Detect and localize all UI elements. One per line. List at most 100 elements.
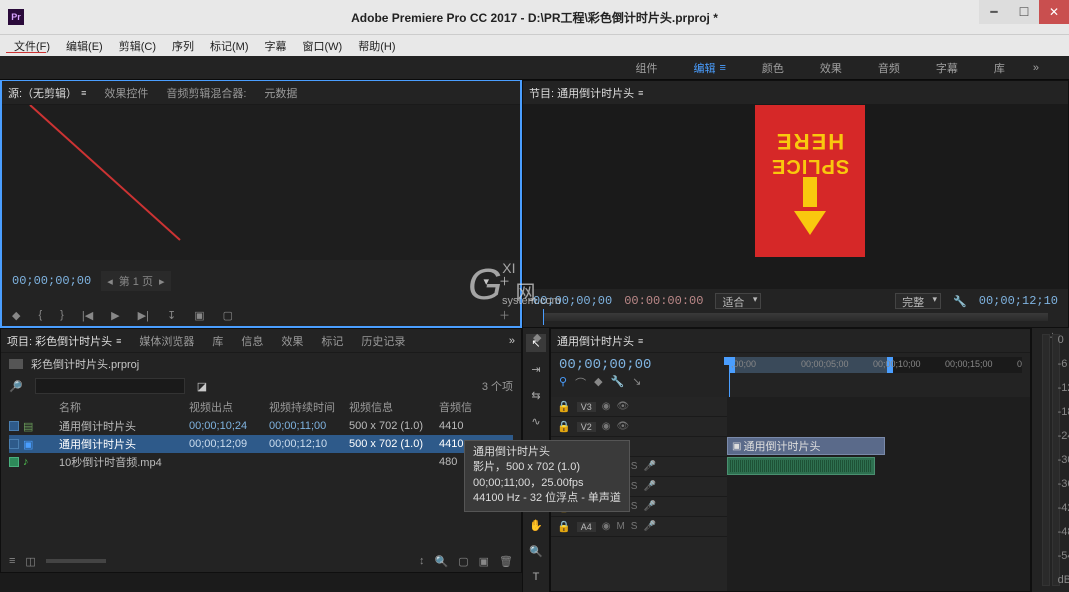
eye-icon[interactable]: 👁 xyxy=(616,421,629,432)
tab-history[interactable]: 历史记录 xyxy=(361,333,405,349)
insert-icon[interactable]: ↧ xyxy=(167,309,176,322)
video-clip[interactable]: ▣ 通用倒计时片头 xyxy=(727,437,885,455)
zoom-tool-icon[interactable]: 🔍 xyxy=(526,542,546,560)
ws-libraries[interactable]: 库 xyxy=(986,60,1013,76)
track-v3-header[interactable]: 🔒V3◉👁 xyxy=(551,400,727,413)
mic-icon[interactable]: 🎤 xyxy=(643,501,655,512)
source-timecode[interactable]: 00;00;00;00 xyxy=(12,274,91,288)
tab-project[interactable]: 项目: 彩色倒计时片头≡ xyxy=(7,333,121,349)
rate-tool-icon[interactable]: ∿ xyxy=(526,412,546,430)
overwrite-icon[interactable]: ▣ xyxy=(194,309,204,322)
minimize-button[interactable]: ━ xyxy=(979,0,1009,24)
label-chip-icon[interactable] xyxy=(9,421,19,431)
tab-libraries[interactable]: 库 xyxy=(212,333,223,349)
step-back-icon[interactable]: |◀ xyxy=(82,309,93,322)
label-chip-icon[interactable] xyxy=(9,439,19,449)
track-v2-header[interactable]: 🔒V2◉👁 xyxy=(551,420,727,433)
ripple-tool-icon[interactable]: ⇆ xyxy=(526,386,546,404)
menu-help[interactable]: 帮助(H) xyxy=(350,38,403,54)
audio-clip[interactable] xyxy=(727,457,875,475)
mic-icon[interactable]: 🎤 xyxy=(643,461,655,472)
col-name[interactable]: 名称 xyxy=(59,399,189,415)
track-select-tool-icon[interactable]: ⇥ xyxy=(526,360,546,378)
col-info[interactable]: 视频信息 xyxy=(349,399,439,415)
close-button[interactable]: ✕ xyxy=(1039,0,1069,24)
type-tool-icon[interactable]: T xyxy=(526,568,546,586)
menu-sequence[interactable]: 序列 xyxy=(164,38,202,54)
find-icon[interactable]: 🔍 xyxy=(435,555,449,568)
marker-icon[interactable]: ◆ xyxy=(12,309,20,322)
ws-editing[interactable]: 编辑≡ xyxy=(685,60,733,76)
step-fwd-icon[interactable]: ▶| xyxy=(138,309,149,322)
wrench-icon[interactable]: 🔧 xyxy=(611,375,625,391)
hand-tool-icon[interactable]: ✋ xyxy=(526,516,546,534)
lock-icon[interactable]: 🔒 xyxy=(557,420,571,433)
eye-icon[interactable]: 👁 xyxy=(616,401,629,412)
lock-icon[interactable]: 🔒 xyxy=(557,400,571,413)
play-icon[interactable]: ▶ xyxy=(111,309,119,322)
program-timeline-strip[interactable] xyxy=(543,313,1048,321)
col-freq[interactable]: 音频信 xyxy=(439,399,489,415)
panel-overflow-icon[interactable]: » xyxy=(509,335,515,347)
timeline-ruler[interactable]: ;00;00 00;00;05;00 00;00;10;00 00;00;15;… xyxy=(729,357,1022,393)
marker-icon[interactable]: ◆ xyxy=(533,331,541,344)
tab-media-browser[interactable]: 媒体浏览器 xyxy=(139,333,194,349)
marker-icon[interactable]: ◆ xyxy=(594,375,602,391)
zoom-slider[interactable] xyxy=(46,559,106,563)
tab-metadata[interactable]: 元数据 xyxy=(264,85,297,101)
settings-icon[interactable]: ↘ xyxy=(632,375,641,391)
plus-icon[interactable]: ＋ xyxy=(499,273,510,289)
tab-effects[interactable]: 效果 xyxy=(281,333,303,349)
tab-source[interactable]: 源:（无剪辑）≡ xyxy=(8,85,86,101)
program-tc-play[interactable]: 00:00:00:00 xyxy=(624,294,703,308)
new-bin-icon[interactable]: ▢ xyxy=(458,555,468,568)
ws-audio[interactable]: 音频 xyxy=(870,60,908,76)
track-content-area[interactable]: ▣ 通用倒计时片头 xyxy=(727,397,1030,591)
export-frame-icon[interactable]: ▢ xyxy=(223,309,233,322)
menu-marker[interactable]: 标记(M) xyxy=(202,38,257,54)
table-row[interactable]: ♪ 10秒倒计时音频.mp4 480 xyxy=(9,453,513,471)
bin-toggle-icon[interactable]: ◪ xyxy=(197,380,207,393)
delete-icon[interactable]: 🗑 xyxy=(499,555,513,568)
wrench-icon[interactable]: 🔧 xyxy=(953,295,967,308)
sort-icon[interactable]: ↕ xyxy=(419,555,425,567)
fit-dropdown[interactable]: 适合 xyxy=(715,293,761,309)
ws-overflow-button[interactable]: » xyxy=(1033,62,1039,74)
track-a4-header[interactable]: 🔒A4◉MS🎤 xyxy=(551,520,727,533)
menu-edit[interactable]: 编辑(E) xyxy=(58,38,111,54)
col-out[interactable]: 视频出点 xyxy=(189,399,269,415)
linked-sel-icon[interactable]: ⌒ xyxy=(575,375,586,391)
maximize-button[interactable]: ☐ xyxy=(1009,0,1039,24)
out-point-icon[interactable]: } xyxy=(60,309,64,321)
ws-effects[interactable]: 效果 xyxy=(812,60,850,76)
settings-icon[interactable]: ＋ xyxy=(499,307,510,323)
tab-effect-controls[interactable]: 效果控件 xyxy=(104,85,148,101)
table-row[interactable]: ▣ 通用倒计时片头 00;00;12;09 00;00;12;10 500 x … xyxy=(9,435,513,453)
quality-dropdown[interactable]: 完整 xyxy=(895,293,941,309)
tab-program[interactable]: 节目: 通用倒计时片头≡ xyxy=(529,85,643,101)
lock-icon[interactable]: 🔒 xyxy=(557,520,571,533)
mic-icon[interactable]: 🎤 xyxy=(643,481,655,492)
tab-info[interactable]: 信息 xyxy=(241,333,263,349)
program-tc-left[interactable]: 00;00;00;00 xyxy=(533,294,612,308)
tab-markers[interactable]: 标记 xyxy=(321,333,343,349)
col-dur[interactable]: 视频持续时间 xyxy=(269,399,349,415)
ws-color[interactable]: 颜色 xyxy=(754,60,792,76)
table-row[interactable]: ▤ 通用倒计时片头 00;00;10;24 00;00;11;00 500 x … xyxy=(9,417,513,435)
timeline-timecode[interactable]: 00;00;00;00 xyxy=(559,357,719,373)
menu-window[interactable]: 窗口(W) xyxy=(295,38,351,54)
icon-view-icon[interactable]: ◫ xyxy=(25,555,35,568)
snap-icon[interactable]: ⚲ xyxy=(559,375,567,391)
filter-icon[interactable]: 🔎 xyxy=(9,380,23,393)
ws-assembly[interactable]: 组件 xyxy=(627,60,665,76)
label-chip-icon[interactable] xyxy=(9,457,19,467)
tab-audio-mixer[interactable]: 音频剪辑混合器: xyxy=(166,85,246,101)
menu-title[interactable]: 字幕 xyxy=(257,38,295,54)
add-marker-icon[interactable]: ▾ xyxy=(483,275,489,288)
source-page-control[interactable]: ◂ 第 1 页 ▸ xyxy=(101,271,170,291)
project-search-input[interactable] xyxy=(35,378,185,394)
mic-icon[interactable]: 🎤 xyxy=(643,521,655,532)
new-item-icon[interactable]: ▣ xyxy=(479,555,489,568)
menu-clip[interactable]: 剪辑(C) xyxy=(111,38,164,54)
tab-sequence[interactable]: 通用倒计时片头≡ xyxy=(557,333,643,349)
